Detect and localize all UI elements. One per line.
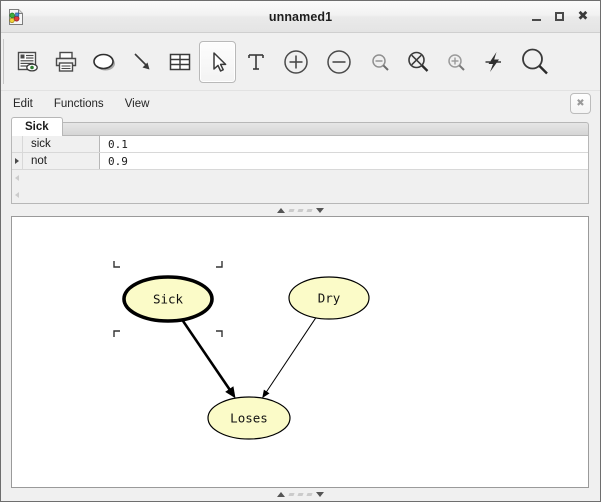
row-gutter (12, 170, 23, 187)
ellipse-node-icon[interactable] (85, 41, 122, 83)
selection-handle[interactable] (216, 330, 223, 337)
print-icon[interactable] (47, 41, 84, 83)
table-empty-row (12, 187, 588, 203)
tab-strip: Sick (1, 116, 600, 136)
row-marker-icon (15, 192, 19, 198)
grip-dash (297, 493, 304, 496)
table-icon[interactable] (161, 41, 198, 83)
window-controls: ✖ (531, 9, 600, 24)
arrow-edge-icon[interactable] (123, 41, 160, 83)
minus-circle-icon[interactable] (318, 41, 360, 83)
table-empty-row (12, 170, 588, 187)
tab-strip-filler (62, 122, 589, 136)
menu-view[interactable]: View (123, 96, 158, 112)
text-tool-icon[interactable] (237, 41, 274, 83)
search-icon[interactable] (513, 41, 557, 83)
table-row[interactable]: not 0.9 (12, 153, 588, 170)
table-row[interactable]: sick 0.1 (12, 136, 588, 153)
preview-document-icon[interactable] (9, 41, 46, 83)
splitter-grip[interactable] (277, 492, 324, 497)
collapse-down-icon[interactable] (316, 207, 324, 213)
selection-handle[interactable] (113, 261, 120, 268)
zoom-in-icon[interactable] (437, 41, 474, 83)
graph-drawing[interactable]: Sick Dry Loses (12, 217, 589, 461)
tab-sick[interactable]: Sick (11, 117, 63, 136)
selection-handle[interactable] (113, 330, 120, 337)
toolbar (1, 33, 600, 91)
panel-splitter-top[interactable] (1, 204, 600, 216)
row-gutter[interactable] (12, 153, 23, 169)
close-button[interactable]: ✖ (577, 9, 589, 24)
app-icon (6, 7, 26, 27)
row-value[interactable]: 0.1 (100, 136, 588, 152)
node-label: Sick (153, 292, 184, 307)
select-pointer-icon[interactable] (199, 40, 236, 83)
zoom-reset-icon[interactable] (399, 41, 436, 83)
graph-edge[interactable] (181, 319, 236, 399)
minimize-button[interactable] (531, 10, 543, 24)
collapse-down-icon[interactable] (316, 492, 324, 497)
node-label: Dry (318, 291, 341, 306)
probability-table: sick 0.1 not 0.9 (11, 136, 589, 204)
panel-menu-bar: Edit Functions View ✖ (1, 91, 600, 116)
collapse-up-icon[interactable] (277, 207, 285, 213)
grip-dash (288, 493, 295, 496)
row-gutter (12, 187, 23, 203)
collapse-up-icon[interactable] (277, 492, 285, 497)
splitter-grip[interactable] (277, 207, 324, 213)
window-title: unnamed1 (268, 9, 333, 24)
title-bar: unnamed1 ✖ (1, 1, 600, 33)
panel-close-button[interactable]: ✖ (570, 93, 591, 114)
row-name: sick (23, 136, 100, 152)
panel-splitter-bottom[interactable] (1, 488, 600, 501)
row-name: not (23, 153, 100, 169)
row-gutter[interactable] (12, 136, 23, 152)
lightning-bolt-icon[interactable] (475, 41, 512, 83)
menu-functions[interactable]: Functions (52, 96, 112, 112)
zoom-out-icon[interactable] (361, 41, 398, 83)
graph-canvas[interactable]: Sick Dry Loses (11, 216, 589, 488)
maximize-button[interactable] (554, 10, 566, 24)
selection-handle[interactable] (216, 261, 223, 268)
graph-node-dry[interactable]: Dry (288, 276, 370, 320)
menu-edit[interactable]: Edit (11, 96, 41, 112)
graph-node-sick[interactable]: Sick (113, 261, 223, 337)
row-selection-marker-icon (15, 158, 19, 164)
grip-dash (306, 493, 313, 496)
node-label: Loses (230, 411, 268, 426)
row-marker-icon (15, 175, 19, 181)
application-window: unnamed1 ✖ Edit Functions View ✖ Sick si… (0, 0, 601, 502)
grip-dash (306, 208, 313, 212)
plus-circle-icon[interactable] (275, 41, 317, 83)
grip-dash (288, 208, 295, 212)
row-value[interactable]: 0.9 (100, 153, 588, 169)
grip-dash (297, 208, 304, 212)
graph-node-loses[interactable]: Loses (207, 396, 291, 440)
graph-edge[interactable] (262, 317, 317, 399)
